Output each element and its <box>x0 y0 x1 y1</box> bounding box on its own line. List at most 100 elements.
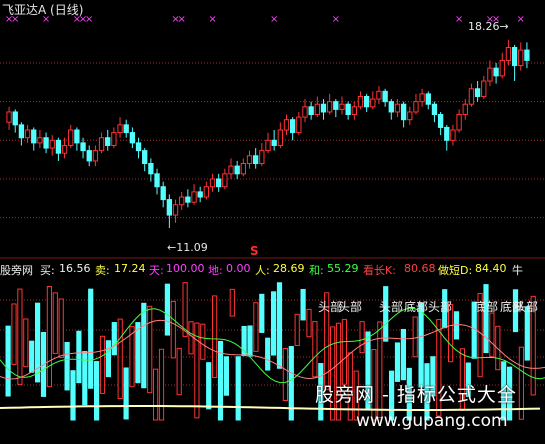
candle-body <box>135 142 142 152</box>
osc-bar <box>17 288 23 385</box>
osc-bar <box>400 328 406 381</box>
candle-body <box>481 80 487 97</box>
candle-body <box>216 178 222 188</box>
item-shortd-label: 做短D: <box>438 264 473 277</box>
top-signal-mark: × <box>332 14 340 25</box>
candle-body <box>98 137 105 152</box>
osc-bar <box>206 362 212 410</box>
candle-body <box>413 101 419 113</box>
item-sum-label: 和: <box>309 264 324 277</box>
candle-body <box>407 111 413 121</box>
pattern-label-top-4: 头部 <box>428 300 453 314</box>
candle-body <box>185 196 191 203</box>
osc-bar <box>312 321 318 378</box>
osc-bar <box>188 321 194 355</box>
pattern-label-top-5: 头部 <box>514 300 539 314</box>
osc-bar <box>412 316 418 358</box>
osc-bar <box>99 335 106 394</box>
candle-body <box>431 103 438 116</box>
candle-body <box>339 103 345 110</box>
candle-body <box>129 132 136 144</box>
osc-bar <box>111 322 117 356</box>
candle-body <box>228 165 234 175</box>
candle-body <box>456 114 462 131</box>
candle-body <box>351 106 357 116</box>
chart-title: 飞亚达A (日线) <box>2 3 84 17</box>
osc-bar <box>276 282 283 369</box>
osc-bar <box>5 325 11 397</box>
candle-body <box>314 103 320 116</box>
osc-bar <box>235 356 241 421</box>
candle-body <box>425 93 431 105</box>
pattern-label-top-2: 头部 <box>338 300 363 314</box>
candle-body <box>222 173 228 188</box>
candle-body <box>308 106 314 116</box>
osc-bar <box>294 313 300 347</box>
candle-body <box>61 144 68 154</box>
osc-bar <box>229 288 235 317</box>
top-signal-mark: × <box>455 14 463 25</box>
top-signal-mark: × <box>85 14 93 25</box>
candle-body <box>493 67 499 77</box>
candle-body <box>117 124 123 134</box>
candle-body <box>450 129 456 141</box>
candle-body <box>370 98 376 108</box>
item-buy-label: 买: <box>40 264 55 277</box>
candle-body <box>333 101 339 110</box>
candle-body <box>388 101 394 113</box>
candle-body <box>283 119 290 131</box>
candle-body <box>148 163 154 175</box>
osc-bar <box>147 305 153 394</box>
candle-body <box>105 137 111 146</box>
osc-bar <box>117 318 123 400</box>
candle-body <box>55 139 62 154</box>
candle-body <box>505 47 512 61</box>
top-signal-mark: × <box>517 14 525 25</box>
osc-bar <box>70 370 76 421</box>
candle-body <box>394 103 401 113</box>
candle-body <box>191 191 197 203</box>
candle-body <box>400 103 407 121</box>
candle-body <box>209 178 216 188</box>
candle-body <box>203 186 210 198</box>
candle-body <box>511 47 518 67</box>
candle-body <box>234 165 240 175</box>
item-sky-value: 100.00 <box>166 262 205 275</box>
candle-body <box>363 95 370 108</box>
candle-body <box>123 124 129 134</box>
pattern-label-bottom-2: 底部 <box>474 300 499 314</box>
item-sky-label: 天: <box>149 264 164 277</box>
candle-body <box>31 129 37 144</box>
candle-body <box>326 101 333 113</box>
item-earth-label: 地: <box>208 264 223 277</box>
candle-body <box>197 191 203 198</box>
item-bull-label: 牛 <box>512 264 523 277</box>
item-longk-label: 看长K: <box>363 264 396 277</box>
candle-body <box>474 88 481 97</box>
candle-body <box>43 137 49 149</box>
candle-body <box>419 93 425 103</box>
candle-body <box>277 129 283 146</box>
item-longk-value: 80.68 <box>404 262 436 275</box>
osc-bar <box>359 321 365 354</box>
candle-body <box>12 111 18 126</box>
osc-bar <box>135 322 141 384</box>
sell-signal-mark: S <box>250 244 259 258</box>
candle-body <box>462 103 468 116</box>
watermark-title: 股旁网 - 指标公式大全 <box>315 384 517 406</box>
item-person-label: 人: <box>255 264 270 277</box>
candle-body <box>154 173 160 188</box>
candle-body <box>80 142 86 152</box>
candle-body <box>302 106 308 118</box>
osc-bar <box>23 318 29 368</box>
item-shortd-value: 84.40 <box>475 262 507 275</box>
candle-body <box>487 67 493 82</box>
osc-bar <box>212 295 218 378</box>
osc-bar <box>282 347 288 402</box>
candle-body <box>18 124 25 139</box>
osc-bar <box>153 368 159 421</box>
osc-bar <box>164 283 171 336</box>
osc-bar <box>52 292 58 354</box>
item-person-value: 28.69 <box>273 262 305 275</box>
osc-bar <box>453 311 460 340</box>
